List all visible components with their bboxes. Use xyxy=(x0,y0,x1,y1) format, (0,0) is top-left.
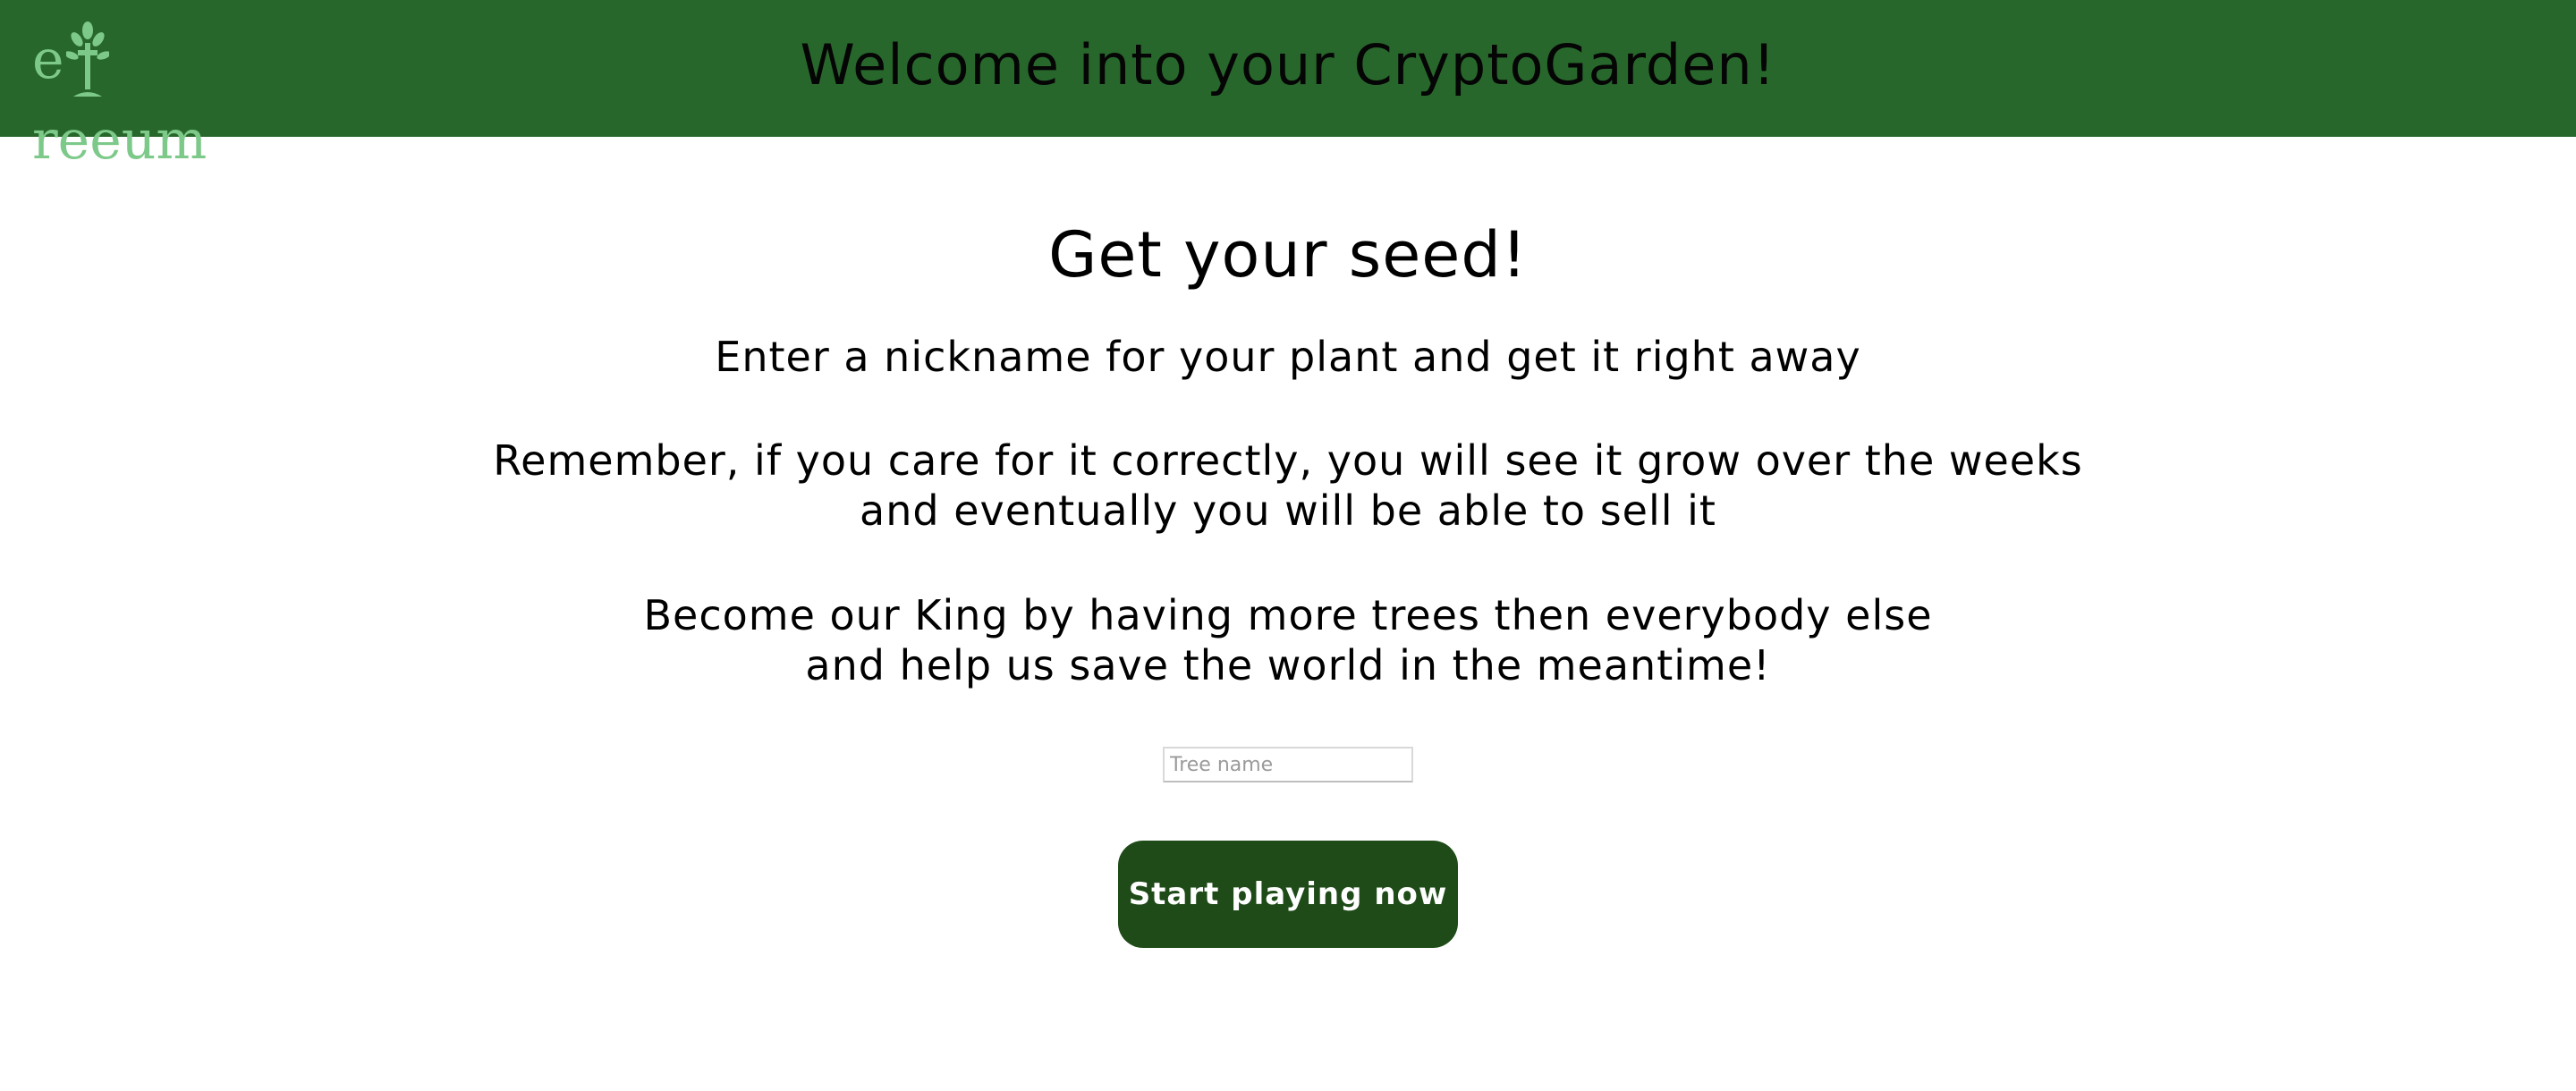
seed-heading: Get your seed! xyxy=(1048,218,1528,292)
king-instruction-line1: Become our King by having more trees the… xyxy=(643,591,1933,639)
care-instruction-line1: Remember, if you care for it correctly, … xyxy=(493,436,2083,485)
king-instruction-line2: and help us save the world in the meanti… xyxy=(805,641,1771,689)
start-playing-button[interactable]: Start playing now xyxy=(1118,841,1458,948)
nickname-instruction-text: Enter a nickname for your plant and get … xyxy=(715,333,1861,381)
header-bar: e reeum Welcome into your CryptoGarden! xyxy=(0,0,2576,172)
care-instruction-line2: and eventually you will be able to sell … xyxy=(860,486,1716,535)
tree-name-input[interactable] xyxy=(1163,747,1413,782)
care-instruction: Remember, if you care for it correctly, … xyxy=(0,436,2576,536)
page-title: Welcome into your CryptoGarden! xyxy=(800,32,1776,97)
nickname-instruction: Enter a nickname for your plant and get … xyxy=(0,332,2576,382)
king-instruction: Become our King by having more trees the… xyxy=(0,590,2576,690)
